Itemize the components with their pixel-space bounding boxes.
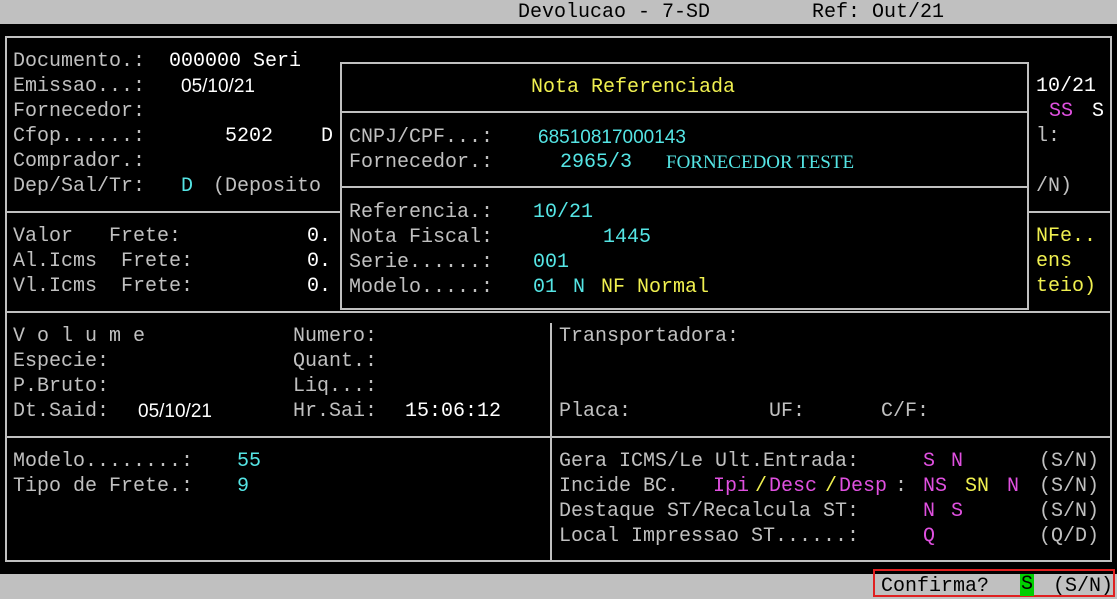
local-impressao-value[interactable]: Q (923, 524, 935, 549)
destaque-value-1[interactable]: N (923, 499, 935, 524)
local-impressao-options: (Q/D) (1039, 525, 1100, 548)
liq-label: Liq...: (293, 375, 378, 398)
destaque-label: Destaque ST/Recalcula ST: (559, 500, 860, 523)
uf-label: UF: (769, 400, 806, 423)
cnpj-value[interactable]: 68510817000143 (538, 125, 686, 150)
placa-label: Placa: (559, 400, 632, 423)
gera-icms-options: (S/N) (1039, 450, 1100, 473)
hrsai-label: Hr.Sai: (293, 400, 378, 423)
incide-options: (S/N) (1039, 475, 1100, 498)
modelo-desc: NF Normal (601, 276, 710, 299)
especie-label: Especie: (13, 350, 110, 373)
dep-value[interactable]: D (181, 174, 193, 199)
divider-vertical (550, 323, 552, 560)
right-partial-nfe: NFe.. (1036, 225, 1097, 248)
quant-label: Quant.: (293, 350, 378, 373)
tipo-frete-value[interactable]: 9 (237, 474, 249, 499)
frame-right (1110, 36, 1112, 562)
divider-3 (5, 436, 1112, 438)
modelo-n: N (573, 276, 586, 299)
serie-value[interactable]: 001 (533, 250, 569, 275)
frame-left (5, 36, 7, 562)
alicms-frete-label: Al.Icms Frete: (13, 250, 194, 273)
screen-title: Devolucao - 7-SD (518, 1, 711, 24)
cfop-extra: D (321, 125, 334, 148)
right-partial-ss: SS (1049, 100, 1074, 123)
nota-referenciada-dialog: Nota Referenciada CNPJ/CPF...: 685108170… (340, 62, 1029, 310)
referencia-value[interactable]: 10/21 (533, 200, 593, 225)
right-partial-s: S (1092, 100, 1105, 123)
right-partial-date: 10/21 (1036, 75, 1097, 98)
right-partial-l: l: (1036, 125, 1061, 148)
right-partial-ens: ens (1036, 250, 1073, 273)
dep-text: (Deposito (213, 175, 322, 198)
incide-value-1[interactable]: NS (923, 474, 947, 499)
destaque-value-2[interactable]: S (951, 499, 963, 524)
lower-modelo-label: Modelo........: (13, 450, 194, 473)
modelo-value[interactable]: 01 (533, 275, 557, 300)
emissao-label: Emissao...: (13, 75, 146, 98)
dep-label: Dep/Sal/Tr: (13, 175, 146, 198)
confirm-input[interactable]: S (1020, 574, 1035, 596)
confirm-options: (S/N) (1053, 575, 1114, 598)
dialog-fornecedor-label: Fornecedor.: (349, 151, 494, 174)
numero-label: Numero: (293, 325, 378, 348)
incide-value-3[interactable]: N (1007, 474, 1019, 499)
gera-icms-value-1[interactable]: S (923, 449, 935, 474)
transportadora-label: Transportadora: (559, 325, 740, 348)
dtsaid-value[interactable]: 05/10/21 (138, 399, 212, 424)
tipo-frete-label: Tipo de Frete.: (13, 475, 194, 498)
hrsai-value[interactable]: 15:06:12 (405, 399, 501, 424)
cfop-value[interactable]: 5202 (225, 124, 273, 149)
nota-fiscal-value[interactable]: 1445 (603, 225, 651, 250)
fornecedor-label: Fornecedor: (13, 100, 146, 123)
local-impressao-label: Local Impressao ST......: (559, 525, 860, 548)
volume-label: V o l u m e (13, 325, 146, 348)
valor-frete-label: Valor Frete: (13, 225, 182, 248)
right-partial-sn: /N) (1036, 175, 1073, 198)
documento-label: Documento.: (13, 50, 146, 73)
vlicms-frete-label: Vl.Icms Frete: (13, 275, 194, 298)
title-bar: Devolucao - 7-SD Ref: Out/21 (0, 0, 1117, 24)
cf-label: C/F: (881, 400, 930, 423)
incide-label: Incide BC. (559, 475, 680, 498)
pbruto-label: P.Bruto: (13, 375, 110, 398)
documento-value[interactable]: 000000 Seri (169, 49, 301, 74)
frame-bottom (5, 560, 1112, 562)
confirm-label: Confirma? (881, 575, 990, 598)
lower-modelo-value[interactable]: 55 (237, 449, 261, 474)
incide-desp: Desp (839, 475, 888, 498)
incide-ipi: Ipi (713, 475, 750, 498)
right-partial-teio: teio) (1036, 275, 1097, 298)
dtsaid-label: Dt.Said: (13, 400, 110, 423)
dialog-title-divider (342, 111, 1027, 113)
divider-2 (5, 311, 1112, 313)
modelo-label: Modelo.....: (349, 276, 494, 299)
cfop-label: Cfop......: (13, 125, 146, 148)
incide-slash-1: / (755, 475, 768, 498)
gera-icms-value-2[interactable]: N (951, 449, 963, 474)
dialog-title: Nota Referenciada (531, 76, 736, 99)
referencia-label: Referencia.: (349, 201, 494, 224)
cnpj-label: CNPJ/CPF...: (349, 126, 494, 149)
incide-colon: : (895, 475, 908, 498)
emissao-value[interactable]: 05/10/21 (181, 74, 255, 99)
incide-value-2[interactable]: SN (965, 474, 989, 499)
reference-period: Ref: Out/21 (812, 1, 945, 24)
valor-frete-value[interactable]: 0. (307, 224, 331, 249)
dialog-section-divider (342, 186, 1027, 188)
frame-top (5, 36, 1112, 38)
alicms-frete-value[interactable]: 0. (307, 249, 331, 274)
incide-slash-2: / (825, 475, 838, 498)
gera-icms-label: Gera ICMS/Le Ult.Entrada: (559, 450, 860, 473)
destaque-options: (S/N) (1039, 500, 1100, 523)
dialog-fornecedor-code[interactable]: 2965/3 (560, 150, 632, 175)
vlicms-frete-value[interactable]: 0. (307, 274, 331, 299)
nota-fiscal-label: Nota Fiscal: (349, 226, 494, 249)
incide-desc: Desc (769, 475, 818, 498)
serie-label: Serie......: (349, 251, 494, 274)
comprador-label: Comprador.: (13, 150, 146, 173)
dialog-fornecedor-name: FORNECEDOR TESTE (666, 152, 855, 173)
